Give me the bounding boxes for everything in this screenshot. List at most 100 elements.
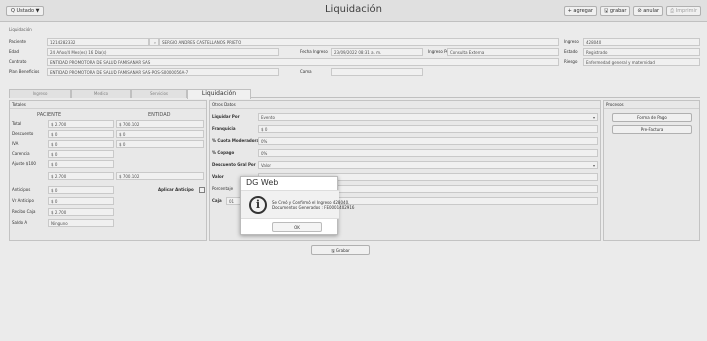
row-label: IVA [12,141,19,146]
descuento-gral-value: Valor [261,163,272,168]
paciente-label: Paciente [9,39,27,44]
aplicar-anticipo-label: Aplicar Anticipo [158,187,194,192]
message-dialog: DG Web i Se Creó y Confirmó el Ingreso 4… [240,176,354,235]
paciente-name-field: SERGIO ANDRES CASTELLANOS PRIETO [159,38,559,46]
tab-bar: Ingreso Medico Servicios Liquidación [9,89,700,99]
totales-header: Totales [10,101,206,109]
edad-label: Edad [9,49,20,54]
totales-panel: Totales PACIENTE ENTIDAD Total $ 2.700 $… [9,100,207,241]
fecha-ingreso-label: Fecha Ingreso [300,49,328,54]
anticipos-label: Anticipos [12,187,31,192]
search-icon[interactable]: ⌕ [149,38,159,46]
message-line-2: Documentos Generados : FE0001402916 [272,205,355,210]
paciente-value: $ 2.700 [48,120,114,128]
liquidar-por-select[interactable]: Evento ▾ [258,113,598,121]
copago-label: % Copago [212,150,235,155]
riesgo-label: Riesgo [564,59,578,64]
liquidar-por-row: Liquidar Por Evento ▾ [212,113,598,121]
row-label: Carencia [12,151,30,156]
save-button[interactable]: 🖫 grabar [599,6,631,16]
info-row-edad: Edad 24 Años/4 Mes(es) 16 Día(s) Fecha I… [9,47,700,57]
info-row-paciente: Paciente 1214282332 ⌕ SERGIO ANDRES CAST… [9,37,700,47]
fecha-ingreso-field: 23/09/2022 08:31 a. m. [331,48,423,56]
saldo-label: Saldo A [12,220,28,225]
cama-label: Cama [300,69,312,74]
cuota-moderadora-label: % Cuota Moderadora [212,138,260,143]
ingreso-por-field: Consulta Externa [447,48,559,56]
dialog-message: Se Creó y Confirmó el Ingreso 428040. Do… [272,200,354,210]
descuento-gral-select[interactable]: Valor ▾ [258,161,598,169]
tab-medico[interactable]: Medico [71,89,131,98]
caja-label: Caja [212,198,222,203]
print-button[interactable]: ⎙ Imprimir [666,6,701,16]
entidad-value: $ 700.102 [116,172,204,180]
paciente-value: $ 2.700 [48,172,114,180]
forma-de-pago-button[interactable]: Forma de Pago [612,113,692,122]
franquicia-row: Franquicia $ 0 [212,125,598,133]
ok-button[interactable]: OK [272,222,322,232]
row-label: Descuento [12,131,34,136]
chevron-down-icon: ▾ [592,115,595,120]
procesos-panel: Procesos Forma de Pago Pre-Factura [603,100,700,241]
aplicar-anticipo-checkbox[interactable] [199,187,205,193]
vr-anticipo-label: Vr Anticipo [12,198,34,203]
paciente-value: $ 0 [48,150,114,158]
info-row-plan: Plan Beneficios ENTIDAD PROMOTORA DE SAL… [9,67,700,77]
contrato-label: Contrato [9,59,27,64]
descuento-gral-label: Descuento Gral Por [212,162,256,167]
dialog-title: DG Web [246,178,279,187]
valor-label: Valor [212,174,224,179]
entidad-value: $ 0 [116,130,204,138]
estado-label: Estado [564,49,578,54]
cama-field [331,68,423,76]
contrato-field: ENTIDAD PROMOTORA DE SALUD FAMISANAR SAS [47,58,559,66]
info-icon: i [249,196,267,214]
recibo-caja-label: Recibo Caja [12,209,36,214]
info-row-contrato: Contrato ENTIDAD PROMOTORA DE SALUD FAMI… [9,57,700,67]
ingreso-field[interactable]: 428040 [583,38,700,46]
chevron-down-icon: ▾ [592,163,595,168]
entidad-value: $ 0 [116,140,204,148]
riesgo-field: Enfermedad general y maternidad [583,58,700,66]
pre-factura-button[interactable]: Pre-Factura [612,125,692,134]
cancel-button[interactable]: ⊘ anular [633,6,664,16]
row-label: Total [12,121,22,126]
plan-beneficios-label: Plan Beneficios [9,69,40,74]
franquicia-label: Franquicia [212,126,236,131]
tab-servicios[interactable]: Servicios [131,89,187,98]
anticipos-value: $ 0 [48,186,114,194]
tab-liquidacion[interactable]: Liquidación [187,89,251,99]
toolbar-actions: + agregar 🖫 grabar ⊘ anular ⎙ Imprimir [563,6,701,16]
dialog-body: i Se Creó y Confirmó el Ingreso 428040. … [241,190,354,219]
paciente-id-field[interactable]: 1214282332 [47,38,149,46]
list-menu-button[interactable]: Q Ustado ▼ [6,6,45,16]
paciente-value: $ 0 [48,160,114,168]
entidad-value: $ 700.102 [116,120,204,128]
top-toolbar: Q Ustado ▼ Liquidación + agregar 🖫 graba… [0,0,707,22]
vr-anticipo-value[interactable]: $ 0 [48,197,114,205]
copago-row: % Copago 0% [212,149,598,157]
franquicia-field[interactable]: $ 0 [258,125,598,133]
edad-field: 24 Años/4 Mes(es) 16 Día(s) [47,48,279,56]
col-entidad-header: ENTIDAD [148,112,171,118]
tab-ingreso[interactable]: Ingreso [9,89,71,98]
liquidar-por-label: Liquidar Por [212,114,240,119]
otros-datos-header: Otros Datos [210,101,600,109]
ingreso-label: Ingreso [564,39,579,44]
recibo-caja-value[interactable]: $ 2.700 [48,208,114,216]
cuota-moderadora-field[interactable]: 0% [258,137,598,145]
cuota-moderadora-row: % Cuota Moderadora 0% [212,137,598,145]
col-paciente-header: PACIENTE [37,112,62,118]
paciente-value: $ 0 [48,130,114,138]
paciente-value: $ 0 [48,140,114,148]
porcentaje-label: Porcentaje [212,186,234,191]
descuento-gral-row: Descuento Gral Por Valor ▾ [212,161,598,169]
saldo-value[interactable]: Ninguno [48,219,114,227]
grabar-button[interactable]: 🖫 Grabar [311,245,370,255]
procesos-header: Procesos [604,101,699,109]
add-button[interactable]: + agregar [563,6,597,16]
plan-beneficios-field: ENTIDAD PROMOTORA DE SALUD FAMISANAR SAS… [47,68,279,76]
copago-field[interactable]: 0% [258,149,598,157]
section-label: Liquidación [9,27,32,32]
liquidar-por-value: Evento [261,115,275,120]
